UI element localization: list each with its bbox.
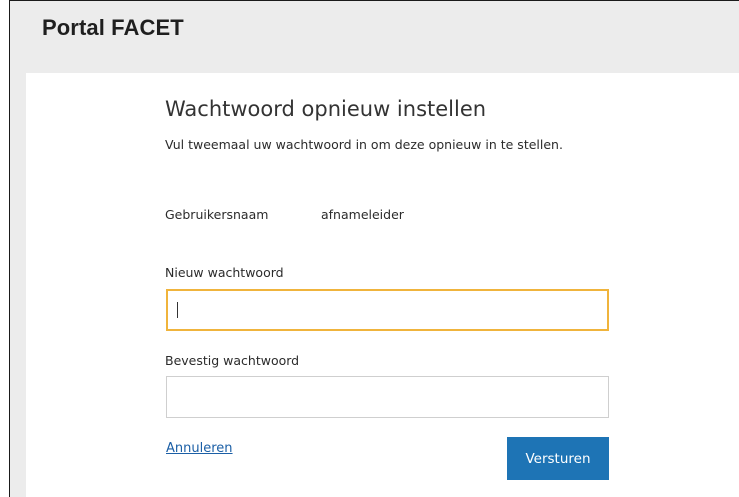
text-caret xyxy=(177,302,178,318)
username-label: Gebruikersnaam xyxy=(165,207,269,222)
reset-password-card: Wachtwoord opnieuw instellen Vul tweemaa… xyxy=(26,73,739,497)
portal-title: Portal FACET xyxy=(42,15,184,40)
username-value: afnameleider xyxy=(321,207,404,222)
confirm-password-input[interactable] xyxy=(166,376,609,418)
cancel-link[interactable]: Annuleren xyxy=(166,441,233,456)
page-heading: Wachtwoord opnieuw instellen xyxy=(165,97,487,121)
submit-button[interactable]: Versturen xyxy=(507,437,609,480)
page-subtitle: Vul tweemaal uw wachtwoord in om deze op… xyxy=(165,137,563,152)
new-password-input[interactable] xyxy=(166,289,609,331)
confirm-password-label: Bevestig wachtwoord xyxy=(165,353,300,368)
page-frame: Portal FACET Wachtwoord opnieuw instelle… xyxy=(9,0,739,497)
new-password-label: Nieuw wachtwoord xyxy=(165,265,284,280)
